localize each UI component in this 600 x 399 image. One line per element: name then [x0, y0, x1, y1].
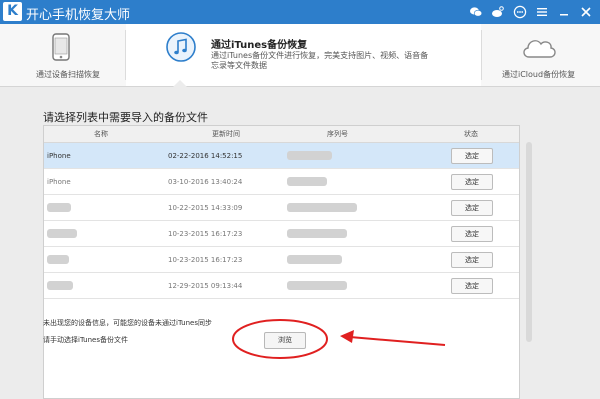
mode-device-scan[interactable]: 通过设备扫描恢复 — [0, 24, 125, 86]
redacted-serial — [287, 151, 332, 160]
select-button[interactable]: 选定 — [451, 174, 493, 190]
section-title: 请选择列表中需要导入的备份文件 — [43, 111, 208, 124]
redacted-device-name — [47, 281, 73, 290]
iphone-icon — [52, 33, 70, 61]
redacted-device-name — [47, 255, 69, 264]
backup-table: 名称 更新时间 序列号 状态 iPhone 02-22-2016 14:52:1… — [43, 125, 520, 399]
redacted-serial — [287, 177, 327, 186]
app-logo: K — [3, 2, 22, 21]
column-header-status: 状态 — [464, 130, 478, 138]
select-button[interactable]: 选定 — [451, 278, 493, 294]
mode-itunes-description: 通过iTunes备份文件进行恢复，完美支持图片、视频、语音备忘录等文件数据 — [211, 51, 429, 70]
table-scrollbar[interactable] — [526, 142, 532, 342]
row-device-name: iPhone — [47, 178, 71, 186]
row-update-time: 02-22-2016 14:52:15 — [168, 152, 243, 160]
mode-icloud-label: 通过iCloud备份恢复 — [502, 70, 576, 79]
title-bar: K 开心手机恢复大师 — [0, 0, 600, 24]
table-row[interactable]: 10-23-2015 16:17:23 选定 — [44, 247, 519, 273]
row-device-name: iPhone — [47, 152, 71, 160]
feedback-icon[interactable] — [512, 4, 528, 20]
table-row[interactable]: 10-23-2015 16:17:23 选定 — [44, 221, 519, 247]
redacted-device-name — [47, 203, 71, 212]
column-header-serial: 序列号 — [327, 130, 348, 138]
music-note-icon — [166, 32, 196, 62]
redacted-device-name — [47, 229, 77, 238]
row-update-time: 10-23-2015 16:17:23 — [168, 256, 243, 264]
row-update-time: 10-23-2015 16:17:23 — [168, 230, 243, 238]
redacted-serial — [287, 203, 357, 212]
table-row[interactable]: iPhone 03-10-2016 13:40:24 选定 — [44, 169, 519, 195]
minimize-icon[interactable] — [556, 4, 572, 20]
row-update-time: 12-29-2015 09:13:44 — [168, 282, 243, 290]
window-controls — [468, 3, 594, 21]
redacted-serial — [287, 255, 342, 264]
weibo-icon[interactable] — [490, 4, 506, 20]
backup-list-panel: 请选择列表中需要导入的备份文件 名称 更新时间 序列号 状态 iPhone 02… — [30, 95, 570, 399]
active-mode-pointer — [172, 80, 188, 88]
column-header-time: 更新时间 — [212, 130, 240, 138]
recovery-mode-bar: 通过设备扫描恢复 通过iTunes备份恢复 通过iTunes备份文件进行恢复，完… — [0, 24, 600, 87]
redacted-serial — [287, 229, 347, 238]
select-button[interactable]: 选定 — [451, 200, 493, 216]
table-row[interactable]: 10-22-2015 14:33:09 选定 — [44, 195, 519, 221]
manual-select-note: 请手动选择iTunes备份文件 — [43, 336, 128, 344]
app-title: 开心手机恢复大师 — [26, 8, 131, 23]
select-button[interactable]: 选定 — [451, 148, 493, 164]
close-icon[interactable] — [578, 4, 594, 20]
table-row[interactable]: 12-29-2015 09:13:44 选定 — [44, 273, 519, 299]
wechat-icon[interactable] — [468, 4, 484, 20]
browse-button[interactable]: 浏览 — [264, 332, 306, 349]
mode-icloud-backup[interactable]: 通过iCloud备份恢复 — [482, 24, 600, 86]
menu-icon[interactable] — [534, 4, 550, 20]
mode-itunes-title: 通过iTunes备份恢复 — [211, 40, 308, 51]
select-button[interactable]: 选定 — [451, 252, 493, 268]
mode-device-scan-label: 通过设备扫描恢复 — [36, 70, 100, 79]
device-not-found-note: 未出现您的设备信息，可能您的设备未通过iTunes同步 — [43, 319, 212, 327]
redacted-serial — [287, 281, 347, 290]
select-button[interactable]: 选定 — [451, 226, 493, 242]
row-update-time: 10-22-2015 14:33:09 — [168, 204, 243, 212]
table-header: 名称 更新时间 序列号 状态 — [44, 126, 519, 143]
column-header-name: 名称 — [94, 130, 108, 138]
table-row[interactable]: iPhone 02-22-2016 14:52:15 选定 — [44, 143, 519, 169]
row-update-time: 03-10-2016 13:40:24 — [168, 178, 243, 186]
cloud-icon — [523, 40, 556, 58]
